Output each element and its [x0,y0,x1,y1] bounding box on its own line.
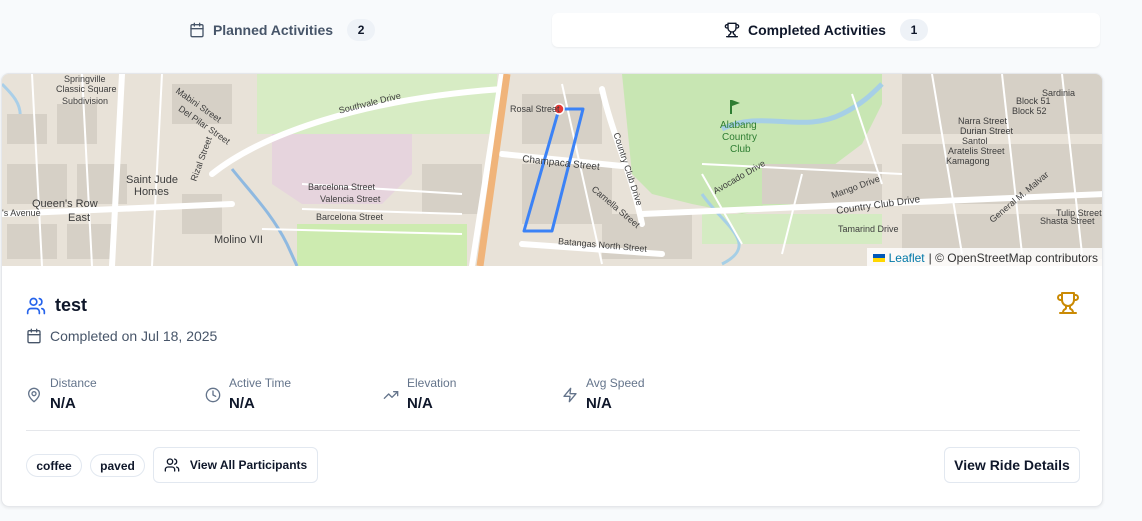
map-label: Valencia Street [320,194,381,204]
map-label: Kamagong [946,156,990,166]
view-ride-details-button[interactable]: View Ride Details [944,447,1080,483]
map-label: Homes [134,186,169,198]
activity-title-row: test [26,295,87,316]
map-label: Molino VII [214,234,263,246]
activity-card: Springville Classic Square Subdivision S… [1,73,1103,507]
stat-elevation: Elevation N/A [383,376,456,412]
trending-up-icon [383,387,399,403]
activity-tabs: Planned Activities 2 Completed Activitie… [0,0,1142,60]
completed-date: Completed on Jul 18, 2025 [50,328,218,344]
trophy-icon [724,22,740,38]
map-label: Rosal Street [510,104,560,114]
map-label: Durian Street [960,126,1014,136]
stat-value: N/A [229,395,255,412]
map-label: Aratelis Street [948,146,1005,156]
map-label: Classic Square [56,84,117,94]
tag-coffee: coffee [26,454,82,477]
stat-value: N/A [50,395,76,412]
completed-date-row: Completed on Jul 18, 2025 [26,328,217,344]
map-label: East [68,212,91,224]
route-map[interactable]: Springville Classic Square Subdivision S… [2,74,1102,266]
calendar-icon [26,328,42,344]
activity-title: test [55,295,88,315]
stat-label: Avg Speed [586,376,645,390]
map-label: Subdivision [62,96,109,106]
tag-paved: paved [90,454,145,477]
users-icon [26,296,46,316]
tab-completed-activities[interactable]: Completed Activities 1 [552,13,1100,47]
activity-stats: Distance N/A Active Time N/A Elevation N… [26,376,1086,416]
map-label: Saint Jude [126,174,178,186]
map-label: Shasta Street [1040,216,1095,226]
stat-avg-speed: Avg Speed N/A [562,376,645,412]
map-label: Club [730,144,751,155]
map-label: Sardinia [1042,88,1076,98]
map-tiles [2,74,1102,266]
stat-distance: Distance N/A [26,376,97,412]
map-label: Springville [64,74,106,84]
map-label: Country [722,132,758,143]
map-label: Queen's Row [32,198,98,210]
tab-planned-label: Planned Activities [212,22,334,38]
stat-value: N/A [407,395,433,412]
zap-icon [562,387,578,403]
map-label: Narra Street [958,116,1008,126]
map-label: Block 52 [1012,106,1047,116]
stat-value: N/A [586,395,612,412]
trophy-icon [1056,291,1080,315]
stat-label: Elevation [407,376,457,390]
tab-completed-label: Completed Activities [748,22,886,38]
map-label: Barcelona Street [308,182,376,192]
stat-active-time: Active Time N/A [205,376,291,412]
map-pin-icon [26,387,42,403]
map-label: 's Avenue [2,208,41,218]
map-label: Tamarind Drive [838,224,899,234]
tab-planned-activities[interactable]: Planned Activities 2 [14,13,550,47]
view-all-participants-label: View All Participants [189,458,308,472]
view-ride-details-label: View Ride Details [954,457,1070,473]
map-label: Barcelona Street [316,212,384,222]
users-icon [164,457,180,473]
view-all-participants-button[interactable]: View All Participants [153,447,318,483]
map-attribution: Leaflet | © OpenStreetMap contributors [866,248,1102,266]
calendar-icon [189,22,205,38]
clock-icon [205,387,221,403]
stat-label: Active Time [229,376,292,390]
attribution-text: | © OpenStreetMap contributors [928,251,1098,265]
divider [26,430,1080,431]
tab-planned-count: 2 [347,19,376,41]
stat-label: Distance [50,376,97,390]
map-label: Santol [962,136,988,146]
ukraine-flag-icon [872,254,885,262]
map-label: Alabang [720,120,757,131]
leaflet-link[interactable]: Leaflet [889,251,925,265]
tab-completed-count: 1 [899,19,928,41]
